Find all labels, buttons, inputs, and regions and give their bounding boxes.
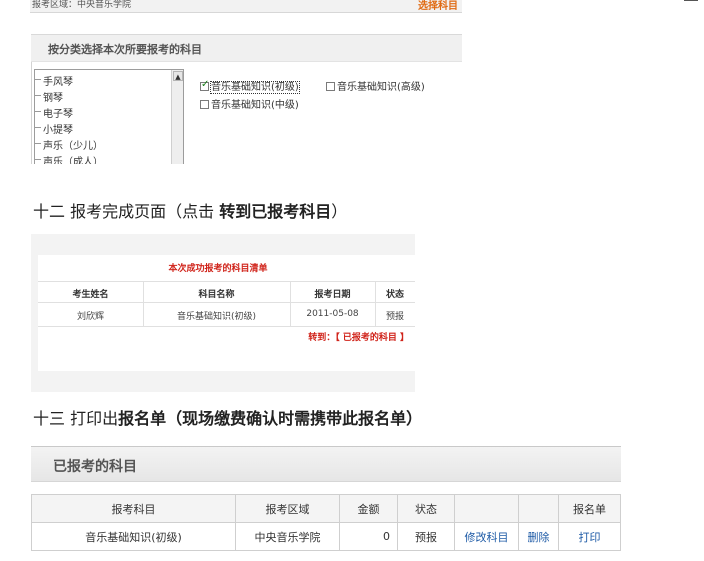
corner-mark (684, 0, 698, 2)
category-item[interactable]: 声乐（少儿） (35, 137, 103, 152)
registered-title-bar: 已报考的科目 (31, 446, 621, 482)
step-12-bold-text: 转到已报考科目 (219, 202, 332, 221)
header-status: 状态 (385, 290, 404, 300)
delete-link[interactable]: 删除 (528, 531, 550, 544)
step-13-text: 十三 打印出 (33, 409, 119, 428)
completion-title: 本次成功报考的科目清单 (168, 264, 268, 274)
completion-panel: 本次成功报考的科目清单 考生姓名 科目名称 报考日期 状态 刘欣辉 音乐基础知识… (38, 255, 415, 371)
region-label: 报考区域：中央音乐学院 (32, 0, 132, 10)
cell-delete: 删除 (518, 522, 559, 551)
divider (38, 302, 415, 303)
panel-title: 按分类选择本次所要报考的科目 (48, 43, 202, 56)
cell-status: 预报 (385, 312, 404, 322)
print-link[interactable]: 打印 (579, 531, 601, 544)
goto-registered-link[interactable]: 转到：【 已报考的科目 】 (308, 330, 409, 343)
option-basic-intermediate[interactable]: 音乐基础知识(中级) (200, 96, 299, 111)
cell-status: 预报 (397, 522, 455, 551)
category-item[interactable]: 小提琴 (35, 121, 73, 136)
header-subject: 科目名称 (198, 290, 235, 300)
header-amount: 金额 (339, 494, 398, 523)
header-name: 考生姓名 (72, 290, 109, 300)
step-13-heading: 十三 打印出报名单（现场缴费确认时需携带此报名单） (33, 405, 422, 429)
cell-subject: 音乐基础知识(初级) (31, 522, 236, 551)
category-item[interactable]: 电子琴 (35, 105, 73, 120)
option-label: 音乐基础知识(初级) (210, 81, 300, 94)
listbox-scrollbar[interactable]: ▲ (171, 70, 183, 164)
header-blank (454, 494, 519, 523)
divider (38, 326, 415, 327)
header-form: 报名单 (558, 494, 621, 523)
header-subject: 报考科目 (31, 494, 236, 523)
scroll-up-arrow-icon[interactable]: ▲ (173, 71, 183, 81)
category-listbox[interactable]: 手风琴 钢琴 电子琴 小提琴 声乐（少儿） 声乐（成人） ▲ (34, 69, 184, 164)
edit-subject-link[interactable]: 修改科目 (465, 531, 509, 544)
option-basic-elementary[interactable]: 音乐基础知识(初级) (200, 78, 300, 94)
registered-title: 已报考的科目 (53, 459, 137, 475)
header-region: 报考区域 (235, 494, 340, 523)
checkbox-icon[interactable] (326, 82, 335, 91)
table-header-row: 报考科目 报考区域 金额 状态 报名单 (31, 494, 621, 523)
header-blank (518, 494, 559, 523)
step-13-bold-text: 报名单（现场缴费确认时需携带此报名单） (118, 409, 423, 428)
cell-name: 刘欣辉 (76, 312, 104, 322)
checkbox-icon[interactable] (200, 100, 209, 109)
step-12-heading: 十二 报考完成页面（点击 转到已报考科目） (33, 198, 347, 222)
step-12-text: 十二 报考完成页面（点击 (33, 202, 220, 221)
header-status: 状态 (397, 494, 455, 523)
completion-screenshot: 本次成功报考的科目清单 考生姓名 科目名称 报考日期 状态 刘欣辉 音乐基础知识… (31, 234, 415, 392)
cell-edit: 修改科目 (454, 522, 519, 551)
registered-table: 报考科目 报考区域 金额 状态 报名单 音乐基础知识(初级) 中央音乐学院 0 … (31, 494, 621, 551)
divider (38, 281, 415, 282)
cell-date: 2011-05-08 (306, 309, 359, 319)
category-item[interactable]: 声乐（成人） (35, 153, 103, 164)
choose-subject-link[interactable]: 选择科目 (418, 0, 458, 12)
table-row: 音乐基础知识(初级) 中央音乐学院 0 预报 修改科目 删除 打印 (31, 522, 621, 551)
cell-print: 打印 (558, 522, 621, 551)
cell-subject: 音乐基础知识(初级) (176, 312, 257, 322)
checkbox-checked-icon[interactable] (200, 79, 209, 91)
category-item[interactable]: 钢琴 (35, 89, 63, 104)
step-12-suffix: ） (331, 202, 348, 221)
category-item[interactable]: 手风琴 (35, 73, 73, 88)
registered-subjects-screenshot: 已报考的科目 报考科目 报考区域 金额 状态 报名单 音乐基础知识(初级) 中央… (31, 446, 621, 556)
option-label: 音乐基础知识(中级) (211, 100, 299, 111)
cell-region: 中央音乐学院 (235, 522, 340, 551)
header-date: 报考日期 (314, 290, 351, 300)
cell-amount: 0 (339, 522, 398, 551)
option-label: 音乐基础知识(高级) (337, 82, 425, 93)
subject-selection-screenshot: 报考区域：中央音乐学院 选择科目 按分类选择本次所要报考的科目 手风琴 钢琴 电… (30, 0, 462, 164)
option-basic-advanced[interactable]: 音乐基础知识(高级) (326, 78, 425, 93)
